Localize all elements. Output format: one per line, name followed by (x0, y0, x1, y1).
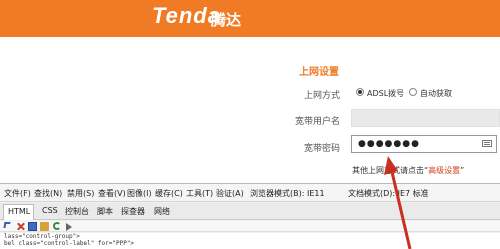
menu-validate[interactable]: 验证(A) (216, 188, 244, 199)
keyboard-icon[interactable] (482, 140, 492, 147)
password-input[interactable]: ●●●●●●● (351, 135, 497, 153)
tab-script[interactable]: 脚本 (97, 206, 113, 217)
section-title: 上网设置 (299, 67, 339, 78)
password-value: ●●●●●●● (358, 139, 420, 149)
username-label: 宽带用户名 (294, 117, 340, 127)
devtools-toolbar (0, 221, 500, 232)
save-icon[interactable] (28, 222, 37, 231)
router-page: Tenda 腾达 上网设置 上网方式 ADSL拨号 自动获取 宽带用户名 宽带密… (0, 0, 500, 183)
brand-name-cn: 腾达 (211, 12, 242, 29)
menu-image[interactable]: 图像(I) (127, 188, 152, 199)
tab-html[interactable]: HTML (3, 204, 34, 220)
devtools-panel: 文件(F) 查找(N) 禁用(S) 查看(V) 图像(I) 缓存(C) 工具(T… (0, 183, 500, 249)
devtools-menu-bar: 文件(F) 查找(N) 禁用(S) 查看(V) 图像(I) 缓存(C) 工具(T… (0, 184, 500, 202)
menu-file[interactable]: 文件(F) (4, 188, 31, 199)
hint-prefix: 其他上网方式请点击“ (352, 166, 429, 175)
password-label: 宽带密码 (303, 144, 340, 154)
menu-disable[interactable]: 禁用(S) (67, 188, 94, 199)
devtools-tab-bar: HTML CSS 控制台 脚本 探查器 网络 (0, 203, 500, 220)
tab-profiler[interactable]: 探查器 (121, 206, 145, 217)
brand-bar: Tenda 腾达 (0, 0, 500, 37)
refresh-icon[interactable] (53, 222, 61, 230)
radio-auto-label[interactable]: 自动获取 (420, 88, 452, 99)
tab-network[interactable]: 网络 (154, 206, 170, 217)
menu-view[interactable]: 查看(V) (98, 188, 126, 199)
tab-css[interactable]: CSS (42, 206, 58, 215)
select-element-icon[interactable] (3, 222, 11, 228)
hint-suffix: ” (460, 166, 465, 175)
menu-browser-mode[interactable]: 浏览器模式(B): IE11 (250, 188, 325, 199)
advanced-settings-hint: 其他上网方式请点击“高级设置” (352, 165, 464, 176)
edit-icon[interactable] (40, 222, 49, 231)
radio-auto[interactable] (409, 88, 417, 96)
source-line: lass="control-group"> (4, 233, 80, 240)
menu-find[interactable]: 查找(N) (34, 188, 62, 199)
radio-adsl-label[interactable]: ADSL拨号 (367, 88, 404, 99)
menu-cache[interactable]: 缓存(C) (155, 188, 183, 199)
play-arrow-icon[interactable] (66, 223, 72, 231)
menu-document-mode[interactable]: 文档模式(D): IE7 标准 (348, 188, 429, 199)
menu-tools[interactable]: 工具(T) (186, 188, 213, 199)
source-line: bel class="control-label" for="PPP"> (4, 240, 135, 247)
radio-adsl[interactable] (356, 88, 364, 96)
tab-console[interactable]: 控制台 (65, 206, 89, 217)
advanced-settings-link[interactable]: 高级设置 (428, 166, 460, 175)
clear-icon[interactable] (16, 222, 25, 231)
mode-label: 上网方式 (303, 91, 340, 101)
username-input[interactable] (351, 109, 500, 127)
html-source-pane: lass="control-group"> bel class="control… (0, 233, 500, 249)
